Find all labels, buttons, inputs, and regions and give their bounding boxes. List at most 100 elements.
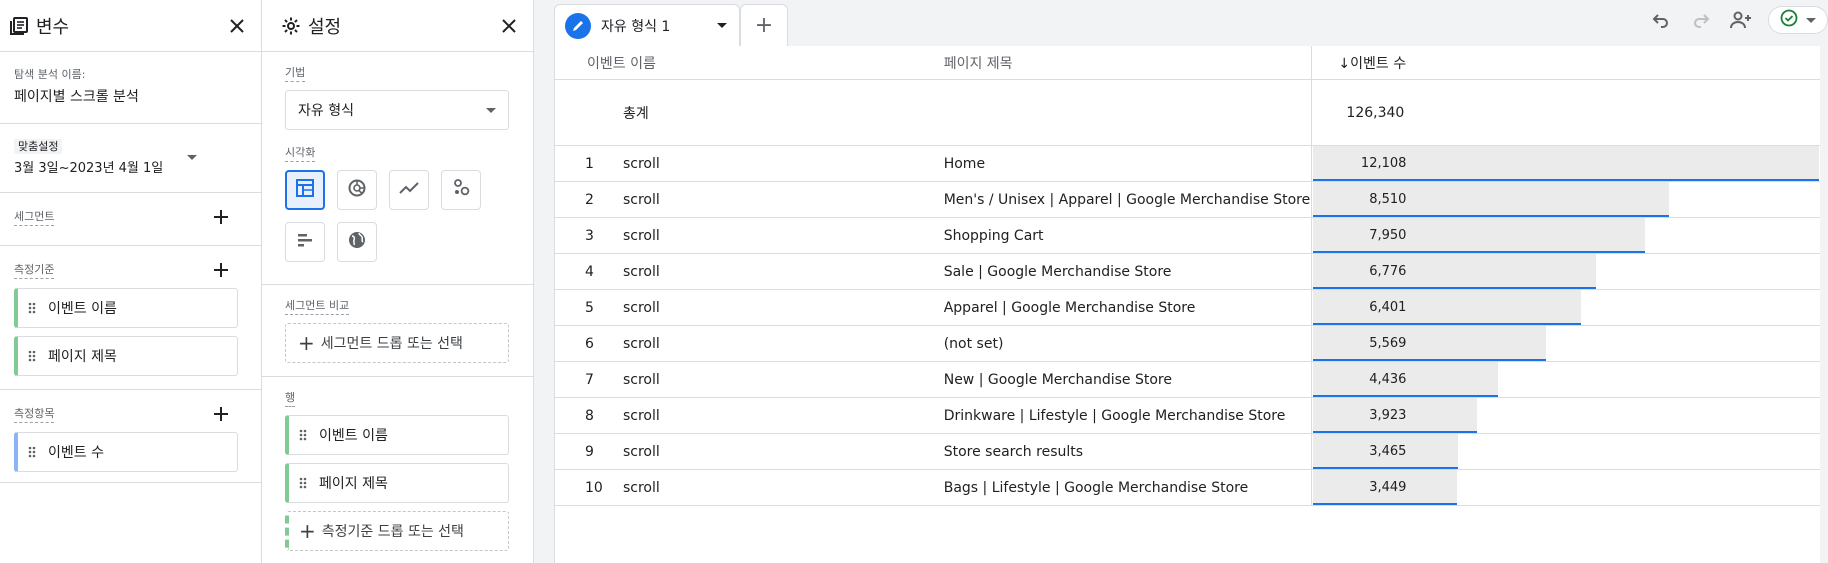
row-number: 4 (585, 263, 594, 280)
table-row[interactable]: 8 scroll Drinkware | Lifestyle | Google Me… (555, 398, 1820, 434)
gear-icon (280, 15, 302, 37)
geo-viz-button[interactable] (337, 222, 377, 262)
event-count-value: 3,449 (1369, 480, 1407, 495)
table-row[interactable]: 5 scroll Apparel | Google Merchandise Stor… (555, 290, 1820, 326)
dimension-chip-page-title[interactable]: 페이지 제목 (14, 336, 238, 376)
drag-handle-icon[interactable] (299, 429, 309, 441)
technique-section: 기법 자유 형식 (262, 52, 533, 130)
drag-handle-icon[interactable] (28, 350, 38, 362)
table-icon (295, 178, 315, 202)
line-viz-button[interactable] (389, 170, 429, 210)
settings-panel: 설정 기법 자유 형식 시각화 세그먼트 비교 + 세그먼트 드롭 또는 선택 … (262, 0, 534, 563)
date-range-section[interactable]: 맞춤설정 3월 3일~2023년 4월 1일 (0, 124, 261, 193)
date-tag: 맞춤설정 (14, 139, 63, 154)
globe-icon (347, 230, 367, 254)
visualization-grid (285, 170, 505, 262)
event-count-cell: 8,510 (1311, 182, 1820, 217)
page-title-cell: Bags | Lifestyle | Google Merchandise St… (943, 479, 1249, 496)
drag-handle-icon[interactable] (299, 477, 309, 489)
event-name-cell: scroll (622, 155, 660, 172)
event-count-cell: 4,436 (1311, 362, 1820, 397)
settings-title: 설정 (308, 16, 342, 38)
row-number: 10 (585, 479, 603, 496)
dimension-chip-event-name[interactable]: 이벤트 이름 (14, 288, 238, 328)
segment-drop-text: 세그먼트 드롭 또는 선택 (320, 336, 463, 352)
event-name-cell: scroll (622, 227, 660, 244)
row-number: 5 (585, 299, 594, 316)
chevron-down-icon[interactable] (187, 154, 197, 160)
segments-section: 세그먼트 (0, 193, 261, 246)
table-row[interactable]: 4 scroll Sale | Google Merchandise Store 6,… (555, 254, 1820, 290)
exploration-name-section[interactable]: 탐색 분석 이름: 페이지별 스크롤 분석 (0, 52, 261, 124)
exploration-name-label: 탐색 분석 이름: (14, 68, 86, 81)
column-header-event-count[interactable]: ↓이벤트 수 (1311, 46, 1820, 79)
close-icon[interactable] (225, 14, 249, 38)
row-chip-event-name[interactable]: 이벤트 이름 (285, 415, 509, 455)
tab-freeform-1[interactable]: 자유 형식 1 (554, 4, 740, 46)
plus-icon: + (298, 331, 315, 355)
rows-label: 행 (285, 389, 296, 407)
redo-icon[interactable] (1688, 7, 1714, 33)
row-number: 1 (585, 155, 594, 172)
add-metric-icon[interactable] (211, 404, 231, 424)
main-canvas: 자유 형식 1 + 이벤트 이름 페이지 제목 ↓이벤트 수 총계 126,34… (534, 0, 1828, 563)
variables-icon (8, 15, 30, 37)
event-name-cell: scroll (622, 407, 660, 424)
table-row[interactable]: 3 scroll Shopping Cart 7,950 (555, 218, 1820, 254)
chip-label: 페이지 제목 (48, 349, 117, 365)
close-icon[interactable] (497, 14, 521, 38)
exploration-name[interactable]: 페이지별 스크롤 분석 (14, 86, 247, 106)
dimensions-section: 측정기준 이벤트 이름 페이지 제목 (0, 246, 261, 390)
event-count-value: 8,510 (1369, 192, 1407, 207)
table-row[interactable]: 6 scroll (not set) 5,569 (555, 326, 1820, 362)
row-drop-zone[interactable]: + 측정기준 드롭 또는 선택 (285, 511, 509, 551)
column-header-event-name[interactable]: 이벤트 이름 (555, 53, 938, 73)
add-tab-button[interactable]: + (740, 4, 788, 46)
metrics-label: 측정항목 (14, 405, 55, 423)
segment-drop-zone[interactable]: + 세그먼트 드롭 또는 선택 (285, 323, 509, 363)
scatter-viz-button[interactable] (441, 170, 481, 210)
pencil-icon[interactable] (565, 12, 591, 39)
table-row[interactable]: 1 scroll Home 12,108 (555, 146, 1820, 182)
save-status-button[interactable] (1768, 6, 1828, 34)
segment-compare-label: 세그먼트 비교 (285, 297, 350, 315)
chevron-down-icon[interactable] (1806, 17, 1816, 23)
row-number: 9 (585, 443, 594, 460)
row-chip-page-title[interactable]: 페이지 제목 (285, 463, 509, 503)
total-value: 126,340 (1311, 80, 1820, 145)
share-user-icon[interactable] (1728, 7, 1754, 33)
event-name-cell: scroll (622, 443, 660, 460)
add-segment-icon[interactable] (211, 207, 231, 227)
drag-handle-icon[interactable] (28, 446, 38, 458)
event-count-cell: 6,401 (1311, 290, 1820, 325)
donut-viz-button[interactable] (337, 170, 377, 210)
metric-chip-event-count[interactable]: 이벤트 수 (14, 432, 238, 472)
chevron-down-icon[interactable] (717, 23, 727, 28)
segments-label: 세그먼트 (14, 208, 55, 226)
table-viz-button[interactable] (285, 170, 325, 210)
rows-section: 행 이벤트 이름 페이지 제목 + 측정기준 드롭 또는 선택 (262, 377, 533, 551)
table-row[interactable]: 7 scroll New | Google Merchandise Store 4,4… (555, 362, 1820, 398)
event-count-cell: 12,108 (1311, 146, 1820, 181)
event-count-value: 5,569 (1369, 336, 1407, 351)
table-row[interactable]: 2 scroll Men's / Unisex | Apparel | Google… (555, 182, 1820, 218)
variables-header: 변수 (0, 0, 261, 52)
table-header: 이벤트 이름 페이지 제목 ↓이벤트 수 (555, 46, 1820, 80)
table-row[interactable]: 9 scroll Store search results 3,465 (555, 434, 1820, 470)
freeform-table: 이벤트 이름 페이지 제목 ↓이벤트 수 총계 126,340 1 scroll H… (554, 46, 1820, 563)
check-circle-icon (1780, 9, 1798, 31)
chip-label: 이벤트 이름 (319, 428, 388, 444)
table-row[interactable]: 10 scroll Bags | Lifestyle | Google Mercha… (555, 470, 1820, 506)
page-title-cell: New | Google Merchandise Store (943, 371, 1172, 388)
add-dimension-icon[interactable] (211, 260, 231, 280)
chevron-down-icon[interactable] (486, 107, 496, 113)
drag-handle-icon[interactable] (28, 302, 38, 314)
event-count-value: 7,950 (1369, 228, 1407, 243)
toolbar (1648, 6, 1828, 34)
technique-dropdown[interactable]: 자유 형식 (285, 90, 509, 130)
event-count-value: 3,465 (1369, 444, 1407, 459)
page-title-cell: Apparel | Google Merchandise Store (943, 299, 1196, 316)
bar-viz-button[interactable] (285, 222, 325, 262)
undo-icon[interactable] (1648, 7, 1674, 33)
column-header-page-title[interactable]: 페이지 제목 (938, 53, 1312, 73)
